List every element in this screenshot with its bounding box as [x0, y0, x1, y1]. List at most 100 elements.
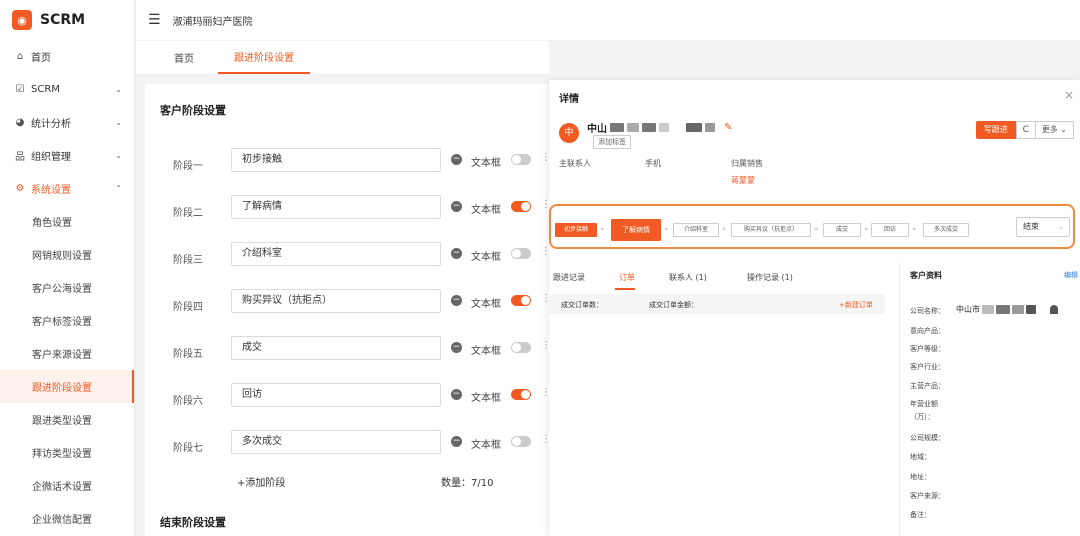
- stage-row: 阶段二 了解病情 − 文本框 ⋮: [145, 195, 551, 228]
- top-header: ☰ 淑浦玛丽妇产医院: [136, 0, 1080, 40]
- field-type-label: 文本框: [471, 393, 501, 404]
- more-button[interactable]: 更多 ⌄: [1035, 121, 1074, 139]
- sidebar-subitem-4[interactable]: 客户来源设置: [0, 337, 134, 370]
- pipeline-stage-chip[interactable]: 介绍科室: [673, 223, 719, 237]
- add-stage-button[interactable]: +添加阶段: [237, 474, 285, 489]
- profile-field-label: 客户行业：: [910, 363, 945, 371]
- tab-contacts[interactable]: 联系人 (1): [669, 272, 707, 283]
- redacted-block: [659, 123, 669, 132]
- stage-name-input[interactable]: 了解病情: [231, 195, 441, 219]
- stage-toggle[interactable]: [511, 436, 531, 447]
- sidebar-item-0[interactable]: ⌂ 首页: [0, 40, 134, 73]
- remove-stage-icon[interactable]: −: [451, 154, 462, 165]
- field-type-label: 文本框: [471, 205, 501, 216]
- sidebar-subitem-7[interactable]: 拜访类型设置: [0, 436, 134, 469]
- remove-stage-icon[interactable]: −: [451, 201, 462, 212]
- sidebar-subitem-1[interactable]: 网销规则设置: [0, 238, 134, 271]
- pipeline-stage-chip[interactable]: 购买异议（抗拒点）: [731, 223, 811, 237]
- brand[interactable]: ◉ SCRM: [0, 0, 134, 40]
- refresh-icon[interactable]: C: [1015, 121, 1036, 139]
- remove-stage-icon[interactable]: −: [451, 295, 462, 306]
- stage-toggle[interactable]: [511, 201, 531, 212]
- pipeline-arrow-icon: »: [864, 225, 869, 233]
- sidebar-subitem-6[interactable]: 跟进类型设置: [0, 403, 134, 436]
- profile-field-label: （万）：: [910, 413, 935, 421]
- pipeline-arrow-icon: »: [814, 225, 819, 233]
- sidebar-item-1[interactable]: ☑ SCRM ⌄: [0, 73, 134, 106]
- sidebar-subitem-9[interactable]: 企业微信配置: [0, 502, 134, 535]
- sidebar-subitem-5[interactable]: 跟进阶段设置: [0, 370, 134, 403]
- sidebar-subitem-0[interactable]: 角色设置: [0, 205, 134, 238]
- stage-label: 阶段五: [173, 349, 203, 360]
- scrm-logo-icon: ◉: [12, 10, 32, 30]
- sidebar-item-label: 统计分析: [31, 119, 71, 130]
- remove-stage-icon[interactable]: −: [451, 436, 462, 447]
- drawer-title: 详情: [559, 94, 579, 105]
- hospital-name: 淑浦玛丽妇产医院: [172, 16, 253, 28]
- remove-stage-icon[interactable]: −: [451, 342, 462, 353]
- chart-icon: ☑: [15, 84, 25, 95]
- pie-icon: ◕: [15, 117, 25, 128]
- gear-icon: ⚙: [15, 183, 25, 194]
- company-name-prefix: 中山: [587, 124, 607, 135]
- stage-name-input[interactable]: 介绍科室: [231, 242, 441, 266]
- profile-edit-button[interactable]: 编辑: [1064, 270, 1078, 280]
- page-tabs: 首页 跟进阶段设置: [136, 41, 549, 75]
- sidebar-item-4[interactable]: ⚙ 系统设置 ⌃: [0, 172, 134, 205]
- remove-stage-icon[interactable]: −: [451, 248, 462, 259]
- pipeline-stage-chip[interactable]: 多次成交: [923, 223, 969, 237]
- tab-orders[interactable]: 订单: [619, 272, 635, 283]
- tab-operation-log[interactable]: 操作记录 (1): [747, 272, 793, 283]
- order-count-label: 成交订单数：: [561, 301, 603, 309]
- add-tag-button[interactable]: 添加标签: [593, 135, 631, 149]
- tab-followup-stage[interactable]: 跟进阶段设置: [218, 40, 310, 74]
- write-followup-button[interactable]: 写跟进: [975, 121, 1016, 139]
- stage-toggle[interactable]: [511, 295, 531, 306]
- redacted-block: [610, 123, 624, 132]
- company-label: 公司名称：: [910, 307, 945, 315]
- owner-sales-name[interactable]: 蒋蒙蒙: [731, 175, 755, 186]
- end-stage-select[interactable]: 结束 ⌄: [1016, 217, 1070, 237]
- field-type-label: 文本框: [471, 440, 501, 451]
- field-type-label: 文本框: [471, 158, 501, 169]
- stage-toggle[interactable]: [511, 342, 531, 353]
- remove-stage-icon[interactable]: −: [451, 389, 462, 400]
- profile-field-label: 公司规模：: [910, 434, 945, 442]
- pipeline-stage-chip[interactable]: 成交: [823, 223, 861, 237]
- profile-field-label: 备注：: [910, 511, 931, 519]
- pipeline-arrow-icon: »: [600, 225, 605, 233]
- redacted-block: [642, 123, 656, 132]
- sidebar-item-3[interactable]: 品组织管理 ⌄: [0, 139, 134, 172]
- pipeline-stage-chip[interactable]: 初步接触: [555, 223, 597, 237]
- stage-name-input[interactable]: 初步接触: [231, 148, 441, 172]
- stage-label: 阶段七: [173, 443, 203, 454]
- stage-name-input[interactable]: 回访: [231, 383, 441, 407]
- redacted-block: [1012, 305, 1024, 314]
- stage-name-input[interactable]: 多次成交: [231, 430, 441, 454]
- stage-name-input[interactable]: 成交: [231, 336, 441, 360]
- brand-name: SCRM: [40, 12, 86, 28]
- field-type-label: 文本框: [471, 252, 501, 263]
- sidebar-subitem-8[interactable]: 企微话术设置: [0, 469, 134, 502]
- sidebar-subitem-2[interactable]: 客户公海设置: [0, 271, 134, 304]
- close-icon[interactable]: ×: [1064, 88, 1074, 102]
- pipeline-arrow-icon: »: [664, 225, 669, 233]
- header-actions: 写跟进 C 更多 ⌄: [975, 121, 1074, 139]
- pipeline-stage-chip[interactable]: 回访: [871, 223, 909, 237]
- tab-followup-records[interactable]: 跟进记录: [553, 272, 585, 283]
- stage-toggle[interactable]: [511, 389, 531, 400]
- stage-name-input[interactable]: 购买异议（抗拒点）: [231, 289, 441, 313]
- sidebar-item-2[interactable]: ◕ 统计分析 ⌄: [0, 106, 134, 139]
- stage-toggle[interactable]: [511, 154, 531, 165]
- tab-home[interactable]: 首页: [164, 40, 204, 74]
- new-order-button[interactable]: +新建订单: [839, 300, 873, 310]
- menu-fold-icon[interactable]: ☰: [148, 12, 161, 28]
- redacted-block: [996, 305, 1010, 314]
- pipeline-stage-chip[interactable]: 了解病情: [611, 219, 661, 241]
- company-name: 中山 ✎: [587, 120, 732, 135]
- sidebar-subitem-3[interactable]: 客户标签设置: [0, 304, 134, 337]
- main-contact-label: 主联系人: [559, 159, 591, 168]
- edit-pencil-icon[interactable]: ✎: [724, 122, 732, 133]
- stage-toggle[interactable]: [511, 248, 531, 259]
- profile-field-label: 意向产品：: [910, 327, 945, 335]
